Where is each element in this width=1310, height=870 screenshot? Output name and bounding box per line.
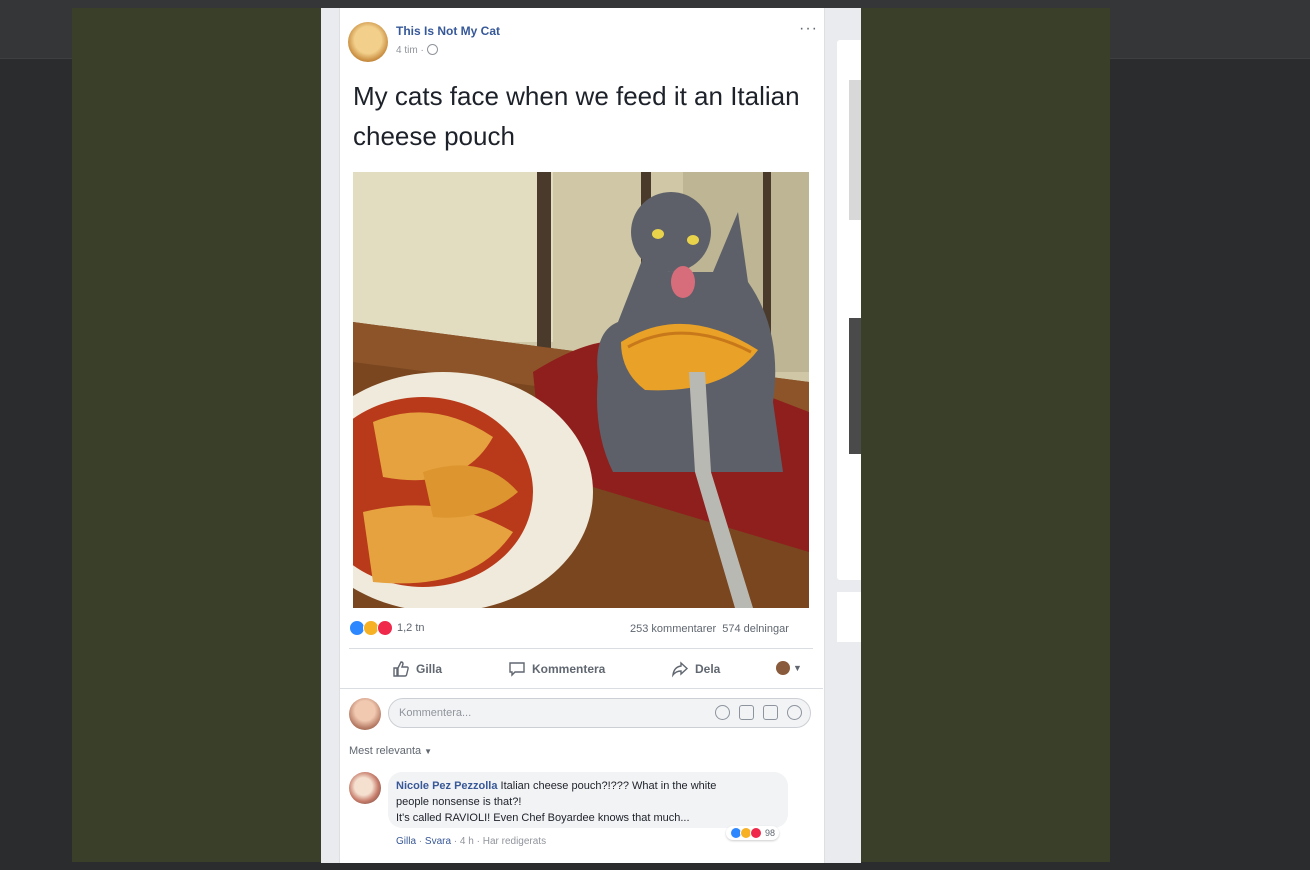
love-reaction-icon — [377, 620, 393, 636]
commenter-name-link[interactable]: Nicole Pez Pezzolla Italian cheese pouch… — [396, 780, 716, 792]
globe-icon — [426, 44, 438, 55]
comment-line-1: Italian cheese pouch?!??? What in the wh… — [500, 780, 717, 792]
post-text: My cats face when we feed it an Italian … — [353, 81, 800, 151]
cat-photo-illustration — [353, 172, 809, 608]
post-timestamp[interactable]: 4 tim · — [396, 44, 438, 56]
commenter-name: Nicole Pez Pezzolla — [396, 780, 498, 792]
comment-line-3: It's called RAVIOLI! Even Chef Boyardee … — [396, 812, 690, 824]
engagement-counts: 253 kommentarer 574 delningar — [630, 623, 789, 635]
comment-input[interactable]: Kommentera... — [388, 698, 811, 728]
thumbs-up-icon — [393, 661, 409, 677]
share-audience-selector[interactable]: ▼ — [776, 661, 802, 675]
like-label: Gilla — [416, 662, 443, 676]
divider — [339, 688, 823, 689]
comment-placeholder: Kommentera... — [399, 707, 472, 719]
comment-actions: Gilla · Svara · 4 h · Har redigerats — [396, 836, 547, 847]
reaction-count: 1,2 tn — [397, 622, 425, 634]
more-options-button[interactable]: ··· — [799, 20, 818, 38]
reaction-summary[interactable]: 1,2 tn — [349, 620, 425, 636]
share-icon — [671, 661, 689, 678]
share-button[interactable]: Dela — [671, 660, 720, 678]
camera-icon[interactable] — [739, 705, 754, 720]
divider — [349, 648, 813, 649]
comment-button[interactable]: Kommentera — [508, 660, 605, 678]
sidebar-ad-image-2[interactable] — [849, 318, 861, 454]
comment-edited-label: Har redigerats — [482, 836, 547, 847]
chevron-down-icon: ▼ — [793, 663, 802, 673]
page-avatar[interactable] — [348, 22, 388, 62]
share-label: Dela — [695, 662, 721, 676]
sidebar-ad-image[interactable] — [849, 80, 861, 220]
love-reaction-icon — [750, 827, 762, 839]
comment-reaction-count: 98 — [765, 828, 776, 838]
gif-icon[interactable] — [763, 705, 778, 720]
viewer-mini-avatar — [776, 661, 790, 675]
comment-time[interactable]: 4 h — [460, 836, 474, 847]
comment-line-2: people nonsense is that?! — [396, 796, 522, 808]
right-sidebar-card-2 — [837, 592, 861, 642]
post-photo[interactable] — [353, 172, 809, 608]
page-name-link[interactable]: This Is Not My Cat — [396, 24, 500, 38]
comment-reactions[interactable]: 98 — [726, 826, 780, 840]
commenter-avatar[interactable] — [349, 772, 381, 804]
shares-count-link[interactable]: 574 delningar — [722, 623, 789, 635]
comment-reply-link[interactable]: Svara — [425, 836, 451, 847]
comment-icon — [509, 662, 525, 677]
comment-sort-dropdown[interactable]: Mest relevanta ▼ — [349, 745, 432, 757]
comments-count-link[interactable]: 253 kommentarer — [630, 623, 716, 635]
sticker-icon[interactable] — [787, 705, 802, 720]
sort-label: Mest relevanta — [349, 745, 422, 757]
current-user-avatar — [349, 698, 381, 730]
comment-label: Kommentera — [532, 662, 606, 676]
comment-like-link[interactable]: Gilla — [396, 836, 416, 847]
caret-down-icon: ▼ — [424, 747, 433, 756]
like-button[interactable]: Gilla — [392, 660, 442, 678]
overlay-bottom-edge — [72, 862, 1110, 870]
post-time-text: 4 tim · — [396, 45, 424, 56]
emoji-icon[interactable] — [715, 705, 730, 720]
